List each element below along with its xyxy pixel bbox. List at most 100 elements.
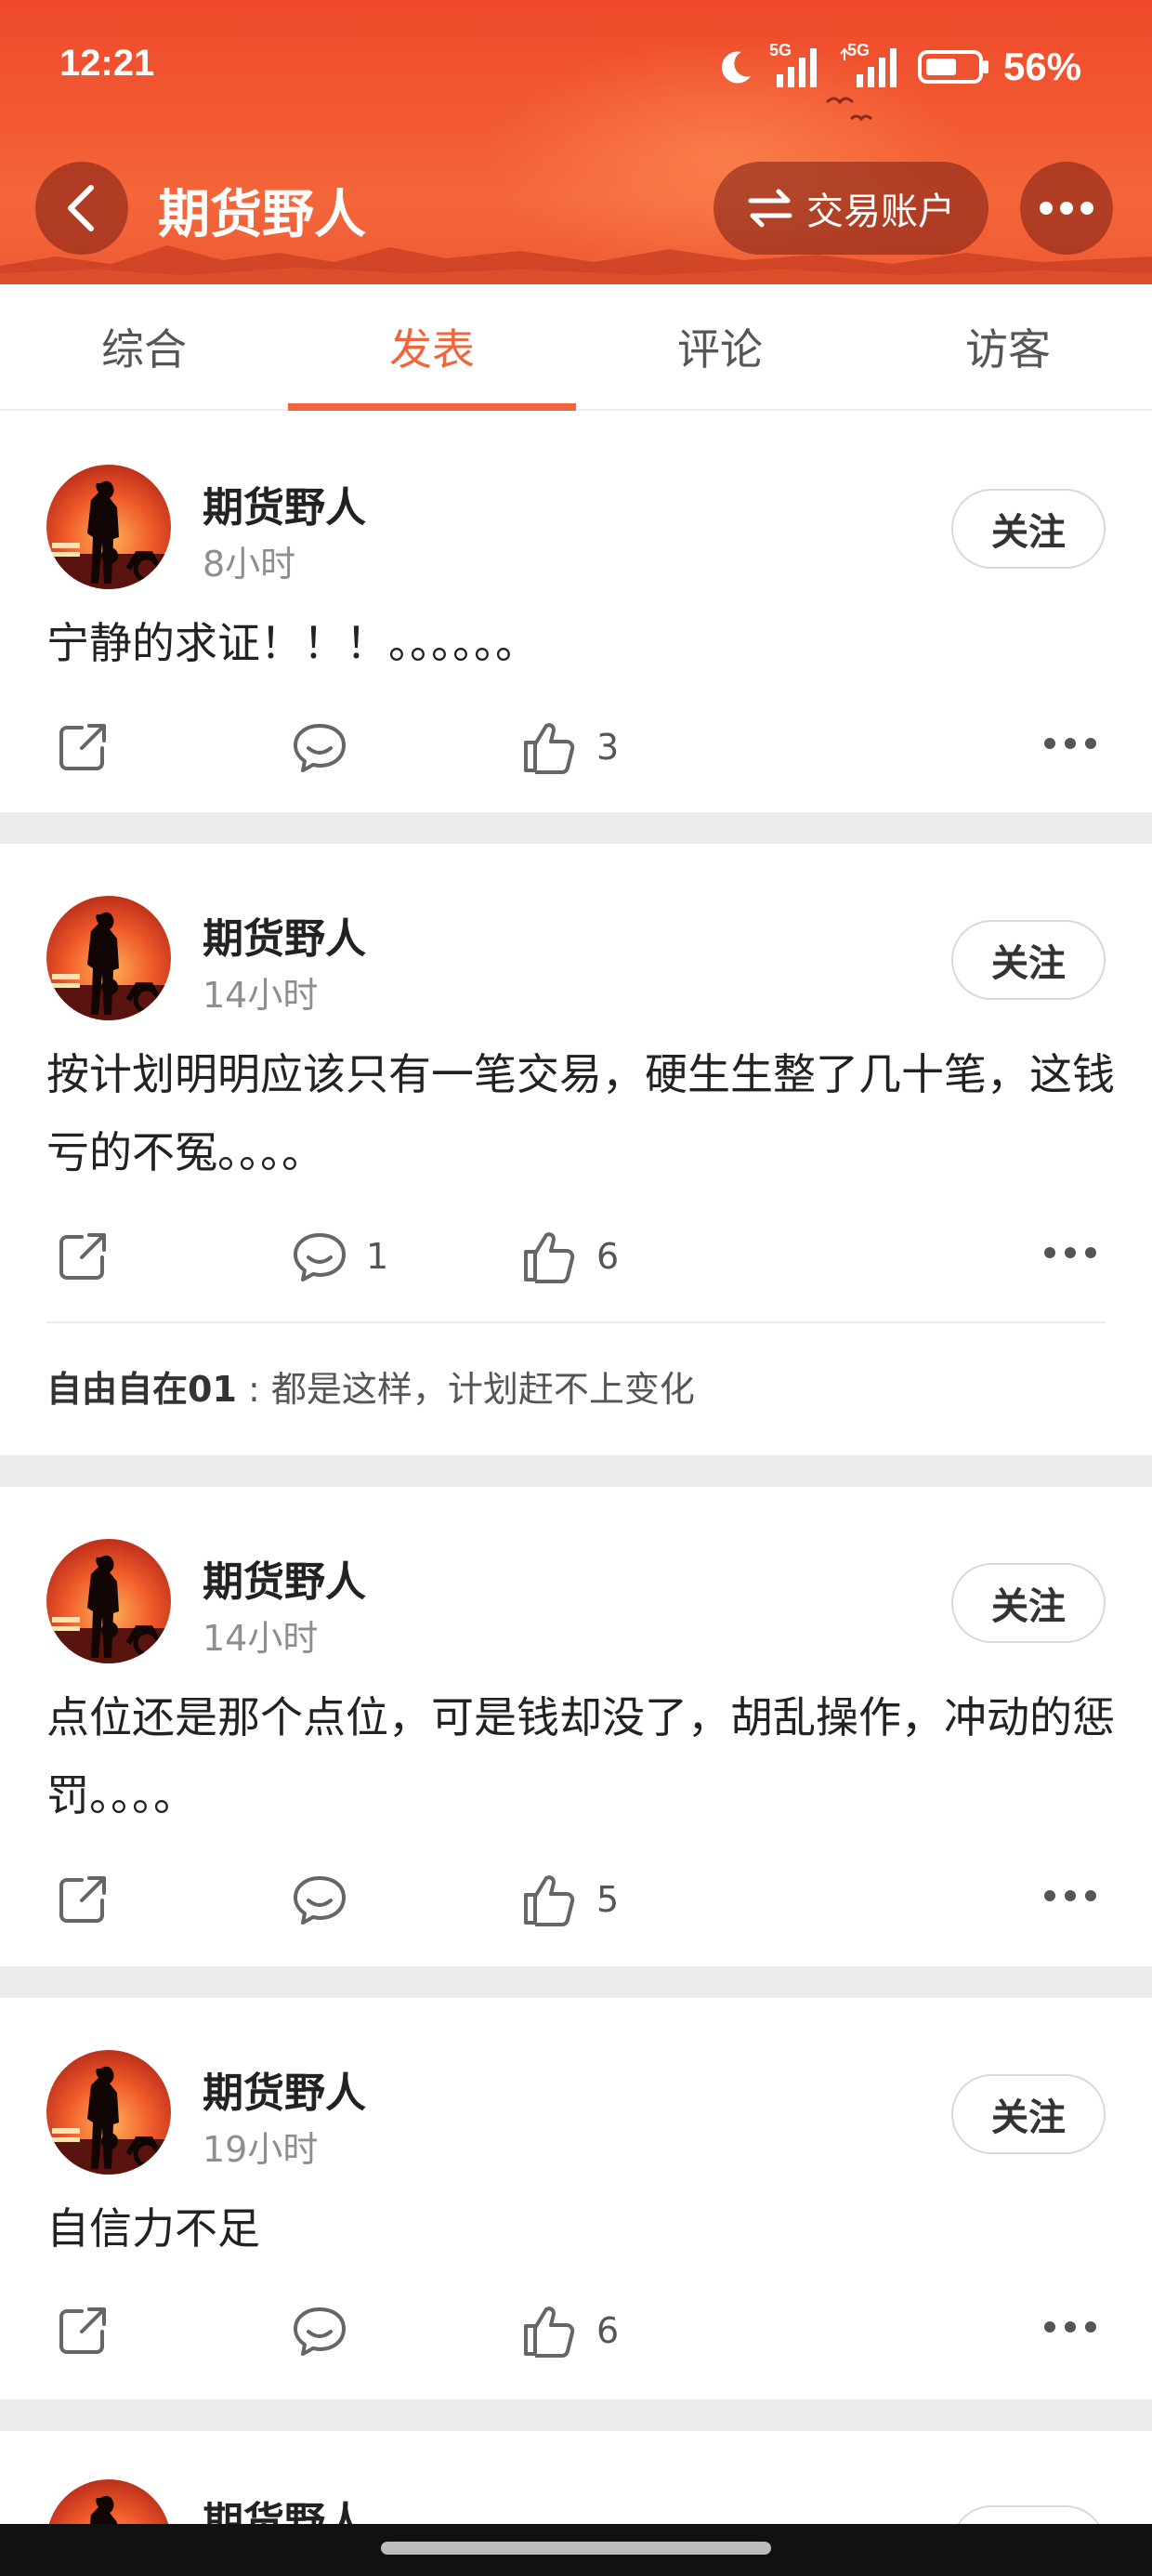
more-dot-icon xyxy=(1060,202,1073,215)
trade-account-button[interactable]: 交易账户 xyxy=(713,162,988,255)
post-card[interactable]: 期货野人 19小时 关注 自信力不足 6 xyxy=(0,1998,1152,2398)
battery-icon xyxy=(917,50,988,84)
like-count: 6 xyxy=(596,1236,620,1277)
share-button[interactable] xyxy=(56,1219,110,1294)
post-actions: 3 xyxy=(0,710,1152,784)
status-time: 12:21 xyxy=(59,43,155,84)
post-separator xyxy=(0,1966,1152,1998)
chevron-left-icon xyxy=(68,185,94,231)
comment-button[interactable] xyxy=(292,710,366,784)
share-button[interactable] xyxy=(56,710,110,784)
more-dot-icon xyxy=(1044,2321,1055,2333)
more-dot-icon xyxy=(1044,1890,1055,1901)
signal-icon-2: 5G xyxy=(838,41,905,89)
tab-visitors[interactable]: 访客 xyxy=(864,284,1152,409)
comment-icon xyxy=(294,1876,346,1925)
post-time: 19小时 xyxy=(203,2129,319,2170)
comment-icon xyxy=(294,2307,346,2356)
like-button[interactable]: 5 xyxy=(522,1862,619,1937)
status-bar: 12:21 5G 5G 56% xyxy=(0,0,1152,130)
avatar[interactable] xyxy=(46,2479,171,2524)
moon-icon xyxy=(721,51,751,84)
thumbs-up-icon xyxy=(524,1232,575,1283)
like-count: 3 xyxy=(596,727,620,768)
post-actions: 5 xyxy=(0,1862,1152,1937)
page-title: 期货野人 xyxy=(158,185,366,245)
post-content[interactable]: 点位还是那个点位，可是钱却没了，胡乱操作，冲动的惩罚。。。。 xyxy=(46,1678,1115,1834)
avatar[interactable] xyxy=(46,1539,171,1663)
tab-bar: 综合 发表 评论 访客 xyxy=(0,284,1152,411)
post-time: 14小时 xyxy=(203,975,319,1016)
more-dot-icon xyxy=(1085,1890,1096,1901)
avatar[interactable] xyxy=(46,896,171,1020)
comment-button[interactable] xyxy=(292,2293,366,2368)
post-card[interactable]: 期货野人 xyxy=(0,2431,1152,2524)
avatar[interactable] xyxy=(46,2050,171,2175)
like-count: 5 xyxy=(596,1879,620,1920)
more-dot-icon xyxy=(1085,2321,1096,2333)
post-card[interactable]: 期货野人 14小时 关注 按计划明明应该只有一笔交易，硬生生整了几十笔，这钱亏的… xyxy=(0,844,1152,1453)
more-dot-icon xyxy=(1085,1247,1096,1258)
post-content[interactable]: 宁静的求证！！！。。。。。。 xyxy=(46,604,1115,682)
comment-button[interactable] xyxy=(292,1862,366,1937)
more-dot-icon xyxy=(1065,738,1076,749)
status-icons: 5G 5G 56% xyxy=(715,41,1081,93)
like-button[interactable]: 6 xyxy=(522,1219,619,1294)
post-more-button[interactable] xyxy=(1044,738,1096,749)
post-actions: 6 xyxy=(0,2293,1152,2368)
share-button[interactable] xyxy=(56,1862,110,1937)
avatar[interactable] xyxy=(46,465,171,589)
comment-preview[interactable]: 自由自在01 : 都是这样，计划赶不上变化 xyxy=(46,1360,695,1412)
more-dot-icon xyxy=(1044,1247,1055,1258)
more-dot-icon xyxy=(1040,202,1053,215)
like-count: 6 xyxy=(596,2310,620,2351)
tab-overview[interactable]: 综合 xyxy=(0,284,288,409)
more-dot-icon xyxy=(1080,202,1093,215)
share-button[interactable] xyxy=(56,2293,110,2368)
more-dot-icon xyxy=(1044,738,1055,749)
author-name[interactable]: 期货野人 xyxy=(203,1548,366,1608)
tab-posts[interactable]: 发表 xyxy=(288,284,576,411)
comment-separator: : xyxy=(247,1369,260,1410)
post-separator xyxy=(0,2399,1152,2431)
like-button[interactable]: 6 xyxy=(522,2293,619,2368)
post-content[interactable]: 按计划明明应该只有一笔交易，硬生生整了几十笔，这钱亏的不冤。。。。 xyxy=(46,1035,1115,1191)
post-card[interactable]: 期货野人 8小时 关注 宁静的求证！！！。。。。。。 3 xyxy=(0,413,1152,812)
more-dot-icon xyxy=(1085,738,1096,749)
author-name[interactable]: 期货野人 xyxy=(203,2059,366,2119)
share-icon xyxy=(59,2307,106,2354)
page: 12:21 5G 5G 56% 期货野人 交易账户 综合 发表 评论 访客 期货… xyxy=(0,0,1152,2576)
comment-button[interactable]: 1 xyxy=(292,1219,388,1294)
follow-button[interactable]: 关注 xyxy=(951,1563,1106,1643)
author-name[interactable]: 期货野人 xyxy=(203,474,366,533)
tab-comments[interactable]: 评论 xyxy=(576,284,864,409)
post-more-button[interactable] xyxy=(1044,1890,1096,1901)
comment-icon xyxy=(294,724,346,772)
comment-text: 都是这样，计划赶不上变化 xyxy=(270,1369,695,1410)
like-button[interactable]: 3 xyxy=(522,710,619,784)
home-indicator[interactable] xyxy=(381,2542,771,2555)
post-content[interactable]: 自信力不足 xyxy=(46,2189,1115,2267)
more-options-button[interactable] xyxy=(1020,162,1113,255)
post-more-button[interactable] xyxy=(1044,1247,1096,1258)
share-icon xyxy=(59,724,106,770)
profile-header-banner: 12:21 5G 5G 56% 期货野人 交易账户 xyxy=(0,0,1152,284)
follow-button[interactable]: 关注 xyxy=(951,920,1106,1000)
comment-divider xyxy=(46,1321,1106,1323)
post-more-button[interactable] xyxy=(1044,2321,1096,2333)
follow-button[interactable]: 关注 xyxy=(951,489,1106,569)
more-dot-icon xyxy=(1065,2321,1076,2333)
author-name[interactable]: 期货野人 xyxy=(203,905,366,965)
comment-user[interactable]: 自由自在01 xyxy=(46,1369,237,1410)
follow-button[interactable] xyxy=(951,2505,1106,2524)
thumbs-up-icon xyxy=(524,2307,575,2358)
follow-button[interactable]: 关注 xyxy=(951,2074,1106,2154)
post-time: 8小时 xyxy=(203,544,296,585)
back-button[interactable] xyxy=(35,162,128,255)
more-dot-icon xyxy=(1065,1247,1076,1258)
battery-percent: 56% xyxy=(1002,45,1081,88)
comment-icon xyxy=(294,1233,346,1281)
post-card[interactable]: 期货野人 14小时 关注 点位还是那个点位，可是钱却没了，胡乱操作，冲动的惩罚。… xyxy=(0,1487,1152,1965)
author-name[interactable]: 期货野人 xyxy=(203,2489,366,2524)
swap-icon xyxy=(748,189,792,228)
